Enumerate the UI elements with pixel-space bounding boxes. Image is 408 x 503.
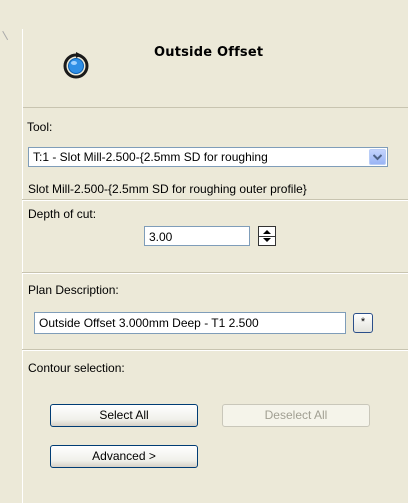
tool-label: Tool: (27, 120, 53, 134)
plan-description-button[interactable]: * (353, 313, 373, 333)
depth-label: Depth of cut: (28, 207, 97, 221)
panel-header: Outside Offset (23, 29, 408, 108)
top-band (0, 0, 408, 28)
tool-select[interactable]: T:1 - Slot Mill-2.500-{2.5mm SD for roug… (28, 147, 388, 167)
operation-panel: Outside Offset Tool: (22, 29, 408, 503)
plan-label: Plan Description: (28, 283, 119, 297)
plan-description-value: Outside Offset 3.000mm Deep - T1 2.500 (39, 316, 259, 330)
depth-value: 3.00 (149, 230, 173, 244)
left-strip (0, 0, 22, 503)
deselect-all-button[interactable]: Deselect All (222, 404, 370, 427)
tool-select-value: T:1 - Slot Mill-2.500-{2.5mm SD for roug… (33, 150, 268, 164)
advanced-button[interactable]: Advanced > (50, 445, 198, 468)
depth-stepper[interactable] (258, 226, 276, 246)
depth-input[interactable]: 3.00 (144, 226, 250, 246)
resize-grip (2, 25, 17, 41)
outside-offset-icon (61, 47, 91, 81)
contour-label: Contour selection: (28, 361, 125, 375)
divider (22, 272, 408, 274)
plan-description-input[interactable]: Outside Offset 3.000mm Deep - T1 2.500 (34, 312, 346, 334)
chevron-down-icon[interactable] (369, 149, 386, 165)
divider (22, 199, 408, 201)
tool-description: Slot Mill-2.500-{2.5mm SD for roughing o… (28, 182, 307, 196)
select-all-button[interactable]: Select All (50, 404, 198, 427)
divider (22, 349, 408, 351)
page-title: Outside Offset (154, 45, 264, 60)
stepper-down-icon[interactable] (259, 236, 275, 245)
